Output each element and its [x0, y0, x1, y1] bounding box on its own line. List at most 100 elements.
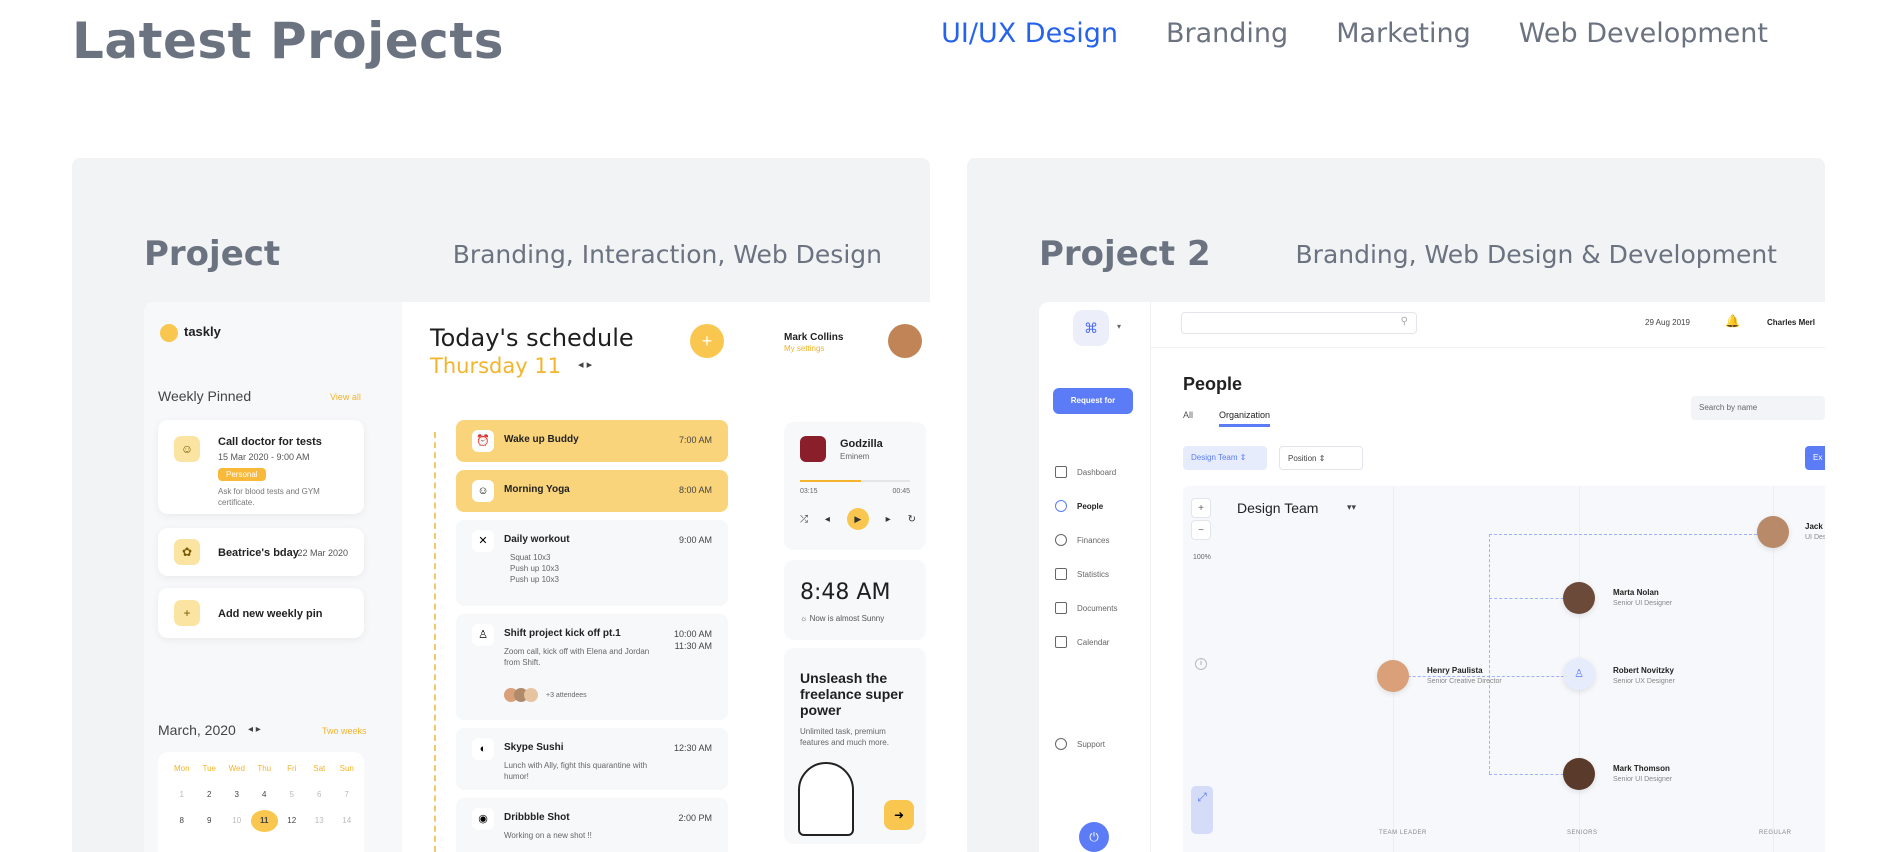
calendar-day: 14	[342, 816, 352, 825]
filter-marketing[interactable]: Marketing	[1336, 18, 1471, 49]
statistics-icon	[1055, 568, 1067, 580]
person-icon: ♙	[472, 624, 494, 646]
dribbble-icon: ◉	[472, 808, 494, 830]
search-input: ⚲	[1181, 312, 1417, 334]
avatar	[1563, 758, 1595, 790]
project-tags: Branding, Interaction, Web Design	[452, 240, 882, 269]
project-card-2[interactable]: Project 2 Branding, Web Design & Develop…	[967, 158, 1825, 852]
people-topbar: ⚲ 29 Aug 2019 🔔 Charles Merl	[1151, 302, 1825, 348]
album-cover	[800, 436, 826, 462]
calendar: Mon Tue Wed Thu Fri Sat Sun 1 2 3 4 5 6 …	[158, 752, 364, 852]
attendees-count: +3 attendees	[546, 691, 587, 699]
team-select: Design Team ⇕	[1183, 446, 1267, 470]
schedule-title: Today's schedule	[430, 324, 634, 352]
filter-branding[interactable]: Branding	[1166, 18, 1288, 49]
weather-line: ☼ Now is almost Sunny	[800, 614, 884, 623]
position-select-value: Position	[1288, 454, 1317, 463]
task-item: ⏰ Wake up Buddy 7:00 AM	[456, 420, 728, 462]
pin-subtitle: 15 Mar 2020 - 9:00 AM	[218, 452, 310, 462]
filter-web-development[interactable]: Web Development	[1519, 18, 1768, 49]
person-name: Mark Thomson	[1613, 764, 1670, 773]
sidebar-item-statistics: Statistics	[1055, 568, 1109, 580]
person-role: Senior Creative Director	[1427, 678, 1502, 685]
calendar-day: 1	[179, 790, 184, 799]
illustration	[798, 762, 854, 836]
zoom-out-icon: −	[1191, 520, 1211, 540]
calendar-day: 7	[344, 790, 349, 799]
sort-icon: ⇕	[1318, 454, 1326, 463]
two-weeks-link: Two weeks	[322, 726, 367, 736]
person-name: Marta Nolan	[1613, 588, 1659, 597]
promo-title: Unsleash the freelance super power	[800, 670, 904, 718]
task-item: ✕ Daily workout 9:00 AM Squat 10x3 Push …	[456, 520, 728, 606]
pin-badge: Personal	[218, 468, 266, 481]
chevron-down-icon: ▾	[1117, 322, 1122, 331]
project-preview-people: ⌘ ▾ Request for Dashboard People Finance…	[1039, 302, 1825, 852]
sun-icon: ☼	[800, 614, 810, 623]
checklist-item: Push up 10x3	[510, 564, 559, 573]
pin-date: 22 Mar 2020	[297, 548, 348, 558]
weekday: Tue	[202, 764, 217, 773]
weather-text: Now is almost Sunny	[809, 614, 885, 623]
task-title: Skype Sushi	[504, 742, 564, 753]
task-title: Dribbble Shot	[504, 812, 570, 823]
avatar	[1377, 660, 1409, 692]
repeat-icon: ↻	[907, 513, 916, 525]
calendar-weekdays: Mon Tue Wed Thu Fri Sat Sun	[168, 764, 361, 773]
task-title: Wake up Buddy	[504, 434, 579, 445]
doctor-icon: ☺	[174, 436, 200, 462]
task-title: Shift project kick off pt.1	[504, 628, 621, 639]
add-task-icon: +	[690, 324, 724, 358]
task-item: ☺ Morning Yoga 8:00 AM	[456, 470, 728, 512]
taskly-logo-icon	[160, 324, 178, 342]
chevron-down-icon: ▾▾	[1347, 502, 1357, 512]
taskly-logo-text: taskly	[184, 324, 221, 339]
task-item: ◉ Dribbble Shot 2:00 PM Working on a new…	[456, 798, 728, 852]
sidebar-item-finances: Finances	[1055, 534, 1109, 546]
song-artist: Eminem	[840, 452, 870, 461]
people-icon	[1055, 500, 1067, 512]
calendar-day: 9	[207, 816, 212, 825]
checklist-item: Push up 10x3	[510, 575, 559, 584]
zoom-level: 100%	[1193, 554, 1211, 561]
arrow-right-icon: ➜	[884, 800, 914, 830]
project-card-1[interactable]: Project Branding, Interaction, Web Desig…	[72, 158, 930, 852]
clock-widget: 8:48 AM ☼ Now is almost Sunny	[784, 560, 926, 640]
calendar-title: March, 2020	[158, 722, 236, 738]
column-label: REGULAR	[1759, 830, 1792, 836]
connector	[1489, 534, 1490, 774]
filter-ui-ux-design[interactable]: UI/UX Design	[941, 18, 1118, 49]
taskly-sidebar: taskly Weekly Pinned View all ☺ Call doc…	[144, 302, 402, 852]
calendar-day: 6	[317, 790, 322, 799]
schedule-day: Thursday 11	[430, 354, 562, 378]
support-icon	[1055, 738, 1067, 750]
documents-icon	[1055, 602, 1067, 614]
person-role: Senior UX Designer	[1613, 678, 1675, 685]
team-title: Design Team	[1237, 500, 1319, 516]
person-name: Jack Mar	[1805, 522, 1825, 531]
task-time: 9:00 AM	[678, 535, 712, 545]
checklist-item: Squat 10x3	[510, 553, 551, 562]
user-name: Mark Collins	[784, 332, 844, 343]
category-filters: UI/UX Design Branding Marketing Web Deve…	[941, 18, 1768, 49]
person-role: UI Designe	[1805, 534, 1825, 541]
task-time: 2:00 PM	[678, 813, 712, 823]
sidebar-item-calendar: Calendar	[1055, 636, 1109, 648]
topbar-date: 29 Aug 2019	[1645, 318, 1690, 327]
user-icon: ♙	[1563, 658, 1595, 690]
weekday: Wed	[228, 764, 245, 773]
shuffle-icon: ⤮	[800, 513, 808, 525]
calendar-arrows-icon: ◂ ▸	[248, 724, 261, 735]
sidebar-item-people: People	[1055, 500, 1103, 512]
calendar-day: 8	[179, 816, 184, 825]
search-by-name-input: Search by name	[1691, 396, 1825, 420]
calendar-week: 8 9 10 11 12 13 14	[168, 810, 361, 832]
calendar-day: 12	[287, 816, 297, 825]
position-select: Position ⇕	[1279, 446, 1363, 470]
request-button: Request for	[1053, 388, 1133, 414]
connector	[1489, 534, 1757, 535]
sidebar-item-dashboard: Dashboard	[1055, 466, 1116, 478]
sidebar-item-label: Dashboard	[1077, 467, 1117, 477]
person-name: Henry Paulista	[1427, 666, 1483, 675]
finances-icon	[1055, 534, 1067, 546]
